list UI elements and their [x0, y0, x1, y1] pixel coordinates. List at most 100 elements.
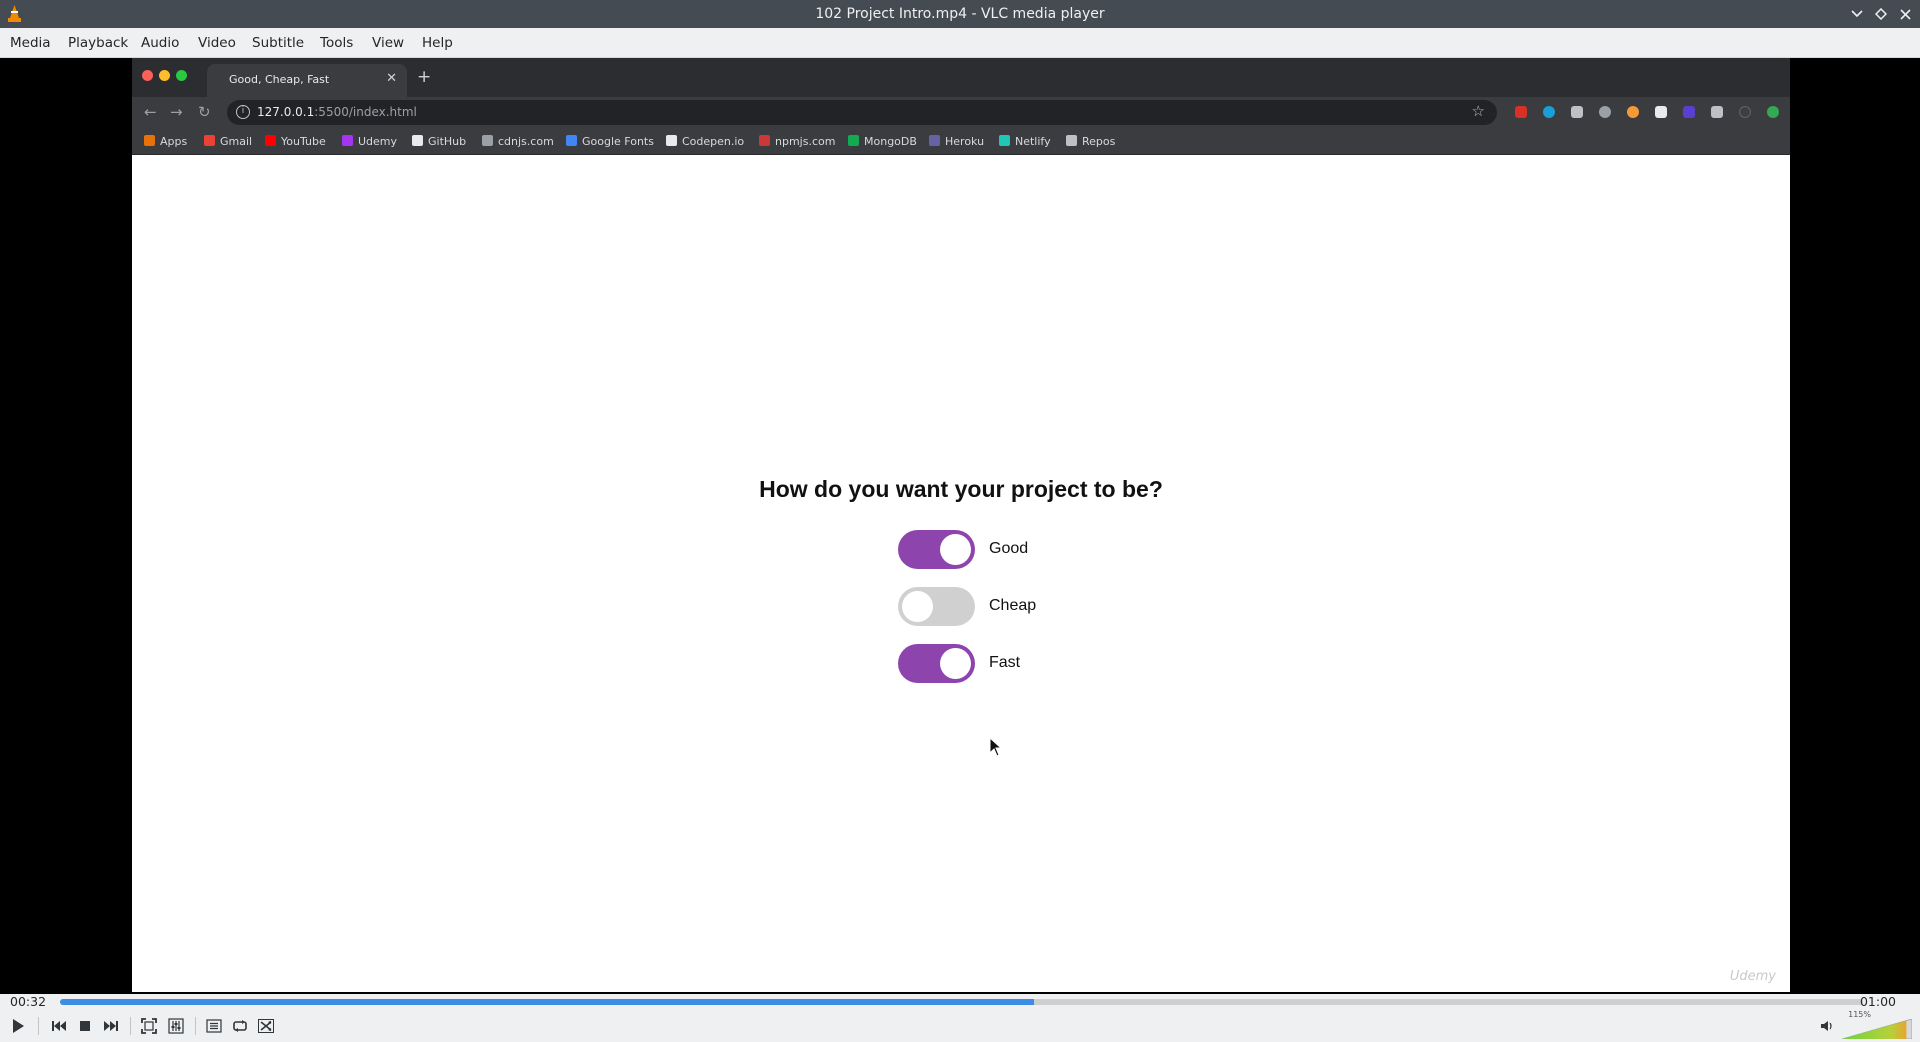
loop-icon	[233, 1020, 247, 1032]
extension-icon	[1599, 106, 1611, 118]
close-window-button[interactable]	[1895, 4, 1915, 24]
menu-video[interactable]: Video	[198, 35, 236, 51]
vlc-window: 102 Project Intro.mp4 - VLC media player…	[0, 0, 1920, 1042]
good-toggle	[898, 530, 975, 569]
bookmark-label: Gmail	[220, 135, 253, 148]
gmail-icon	[204, 135, 215, 146]
menu-playback[interactable]: Playback	[68, 35, 128, 51]
video-area[interactable]: Good, Cheap, Fast ✕ + ← → ↻ i 127.0.0.1:…	[0, 58, 1920, 994]
github-icon	[412, 135, 423, 146]
menu-media[interactable]: Media	[10, 35, 51, 51]
cheap-toggle	[898, 587, 975, 626]
bookmark-item: npmjs.com	[759, 135, 835, 148]
back-arrow-icon: ←	[144, 103, 157, 121]
code-icon	[482, 135, 493, 146]
separator	[130, 1017, 131, 1035]
toggle-knob	[902, 591, 933, 622]
bookmark-label: Apps	[160, 135, 188, 148]
skip-next-icon	[104, 1021, 118, 1031]
next-button[interactable]	[100, 1015, 122, 1037]
menu-view[interactable]: View	[372, 35, 404, 51]
bookmark-item: MongoDB	[848, 135, 917, 148]
forward-arrow-icon: →	[170, 103, 183, 121]
extension-icon	[1571, 106, 1583, 118]
menu-audio[interactable]: Audio	[141, 35, 179, 51]
folder-icon	[1066, 135, 1077, 146]
mute-button[interactable]	[1816, 1015, 1838, 1037]
mongodb-icon	[848, 135, 859, 146]
bookmark-label: Codepen.io	[682, 135, 745, 148]
bookmarks-bar: Apps Gmail YouTube Udemy GitHub cdnjs.co…	[132, 128, 1790, 155]
bookmark-item: GitHub	[412, 135, 466, 148]
skip-previous-icon	[52, 1021, 66, 1031]
playlist-button[interactable]	[203, 1015, 225, 1037]
video-frame: Good, Cheap, Fast ✕ + ← → ↻ i 127.0.0.1:…	[132, 58, 1790, 992]
traffic-light-close	[142, 70, 153, 81]
bookmark-label: GitHub	[428, 135, 467, 148]
udemy-watermark: Udemy	[1729, 969, 1776, 984]
toggle-knob	[940, 534, 971, 565]
info-icon: i	[236, 105, 250, 119]
play-icon	[13, 1019, 24, 1033]
timeline-bar: 00:32 01:00	[0, 994, 1920, 1009]
reload-icon: ↻	[198, 103, 211, 121]
puzzle-icon	[1711, 106, 1723, 118]
extended-settings-button[interactable]	[165, 1015, 187, 1037]
fullscreen-button[interactable]	[138, 1015, 160, 1037]
bookmark-item: cdnjs.com	[482, 135, 554, 148]
separator	[195, 1017, 196, 1035]
extension-icon	[1515, 106, 1527, 118]
bookmark-label: Netlify	[1015, 135, 1051, 148]
browser-toolbar: ← → ↻ i 127.0.0.1:5500/index.html ☆	[132, 97, 1790, 128]
previous-button[interactable]	[48, 1015, 70, 1037]
bookmark-label: cdnjs.com	[498, 135, 554, 148]
mouse-cursor-icon	[989, 737, 1003, 757]
chevron-down-icon	[1851, 10, 1863, 18]
menu-subtitle[interactable]: Subtitle	[252, 35, 304, 51]
udemy-icon	[342, 135, 353, 146]
profile-avatar	[1767, 106, 1779, 118]
npm-icon	[759, 135, 770, 146]
cheap-toggle-label: Cheap	[989, 597, 1037, 614]
bookmark-item: Google Fonts	[566, 135, 654, 148]
bookmark-star-icon: ☆	[1471, 102, 1485, 120]
speaker-icon	[1821, 1021, 1832, 1031]
play-button[interactable]	[7, 1015, 29, 1037]
seek-slider[interactable]	[60, 999, 1863, 1005]
good-toggle-label: Good	[989, 540, 1029, 557]
bookmark-item: Repos	[1066, 135, 1115, 148]
extension-icon	[1655, 106, 1667, 118]
bookmark-label: Heroku	[945, 135, 985, 148]
seek-progress	[60, 999, 1034, 1005]
window-title: 102 Project Intro.mp4 - VLC media player	[815, 6, 1105, 22]
shuffle-button[interactable]	[255, 1015, 277, 1037]
browser-tab-strip: Good, Cheap, Fast ✕ +	[132, 58, 1790, 97]
stop-button[interactable]	[74, 1015, 96, 1037]
tab-close-icon: ✕	[386, 71, 397, 86]
bookmark-item: Netlify	[999, 135, 1051, 148]
bookmark-item: Gmail	[204, 135, 252, 148]
bookmark-item: Apps	[144, 135, 187, 148]
codepen-icon	[666, 135, 677, 146]
browser-tab-title: Good, Cheap, Fast	[229, 73, 330, 86]
fast-toggle-label: Fast	[989, 654, 1021, 671]
google-fonts-icon	[566, 135, 577, 146]
extension-icon	[1543, 106, 1555, 118]
menu-tools[interactable]: Tools	[320, 35, 353, 51]
total-time: 01:00	[1859, 994, 1896, 1009]
loop-button[interactable]	[229, 1015, 251, 1037]
extension-icon	[1683, 106, 1695, 118]
volume-percent: 115%	[1848, 1010, 1871, 1019]
elapsed-time: 00:32	[10, 994, 47, 1009]
apps-grid-icon	[144, 135, 155, 146]
bookmark-label: npmjs.com	[775, 135, 836, 148]
traffic-light-minimize	[159, 70, 170, 81]
menu-help[interactable]: Help	[422, 35, 453, 51]
volume-slider[interactable]	[1842, 1019, 1912, 1039]
heroku-icon	[929, 135, 940, 146]
close-icon	[1899, 8, 1911, 20]
new-tab-icon: +	[417, 67, 432, 87]
maximize-button[interactable]	[1871, 4, 1891, 24]
minimize-button[interactable]	[1847, 4, 1867, 24]
bookmark-label: Google Fonts	[582, 135, 654, 148]
